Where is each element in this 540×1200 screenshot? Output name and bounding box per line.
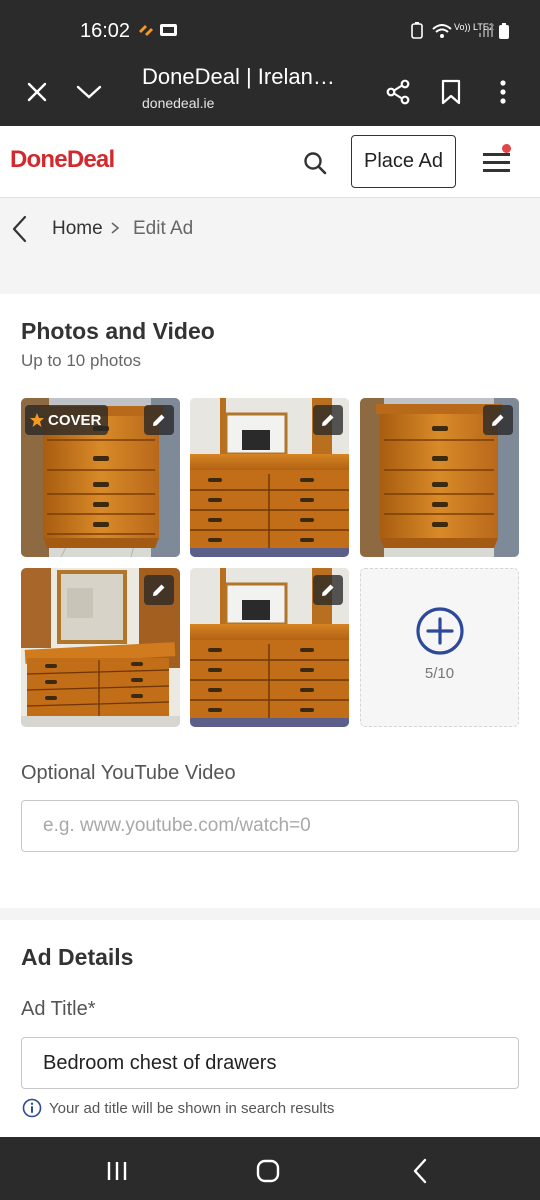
chevron-right-icon [110,221,120,240]
close-icon [27,82,47,102]
browser-url: donedeal.ie [142,95,215,111]
star-icon [30,413,44,427]
browser-toolbar: DoneDeal | Ireland's Largest Marketplace… [0,60,540,126]
donedeal-logo[interactable]: DoneDeal [10,146,115,174]
menu-icon-bar [483,161,510,164]
photo-thumbnail[interactable] [21,568,180,727]
notification-icon [137,22,155,43]
recent-apps-button[interactable] [97,1151,137,1191]
menu-icon-bar [483,153,510,156]
breadcrumb: Home Edit Ad [0,198,540,262]
ad-title-label: Ad Title* [21,998,96,1020]
place-ad-button[interactable]: Place Ad [351,135,456,188]
home-icon [256,1159,280,1183]
back-arrow-icon [413,1158,427,1184]
collapse-button[interactable] [69,72,109,112]
gallery-icon [159,22,179,43]
share-icon [386,79,410,105]
breadcrumb-current: Edit Ad [133,218,194,239]
ad-title-hint: Your ad title will be shown in search re… [22,1098,334,1118]
photos-section: Photos and Video Up to 10 photos COVER 5… [0,294,540,908]
pencil-icon [322,414,334,426]
browser-page-title: DoneDeal | Ireland's Largest Marketplace [142,64,342,89]
status-bar: 16:02 Vo)) LTE2 [0,0,540,60]
chevron-left-icon [12,215,27,243]
breadcrumb-home-link[interactable]: Home [52,218,103,240]
more-vertical-icon [500,80,506,104]
menu-button[interactable] [480,144,514,178]
more-options-button[interactable] [483,72,523,112]
ad-details-section: Ad Details Ad Title* Your ad title will … [0,920,540,1138]
photos-title: Photos and Video [21,318,215,344]
edit-photo-button[interactable] [483,405,513,435]
wifi-icon [431,22,453,45]
site-header: DoneDeal Place Ad [0,126,540,198]
search-icon [304,152,327,175]
youtube-label: Optional YouTube Video [21,762,236,784]
home-button[interactable] [248,1151,288,1191]
status-time: 16:02 [80,20,131,42]
ad-title-hint-text: Your ad title will be shown in search re… [49,1099,335,1117]
photos-subtitle: Up to 10 photos [21,351,142,370]
logo-deal: Deal [66,146,115,173]
add-photo-button[interactable]: 5/10 [360,568,519,727]
pencil-icon [153,584,165,596]
ad-details-title: Ad Details [21,944,134,970]
chevron-down-icon [76,85,102,99]
edit-photo-button[interactable] [313,405,343,435]
search-button[interactable] [298,146,332,180]
info-icon [22,1098,42,1118]
signal-icon [478,22,494,43]
bookmark-button[interactable] [431,72,471,112]
photo-thumbnail[interactable] [190,568,349,727]
ad-title-input[interactable] [21,1037,519,1089]
plus-circle-icon [416,607,464,655]
pencil-icon [492,414,504,426]
edit-photo-button[interactable] [144,575,174,605]
pencil-icon [153,414,165,426]
system-nav-bar [0,1137,540,1200]
back-button[interactable] [4,212,34,246]
pencil-icon [322,584,334,596]
recent-apps-icon [107,1162,127,1180]
photo-count: 5/10 [424,665,455,682]
edit-photo-button[interactable] [313,575,343,605]
photo-thumbnail[interactable] [190,398,349,557]
battery-icon [498,22,510,45]
photo-thumbnail[interactable]: COVER [21,398,180,557]
share-button[interactable] [378,72,418,112]
bookmark-icon [441,79,461,105]
youtube-url-input[interactable] [21,800,519,852]
notification-dot [502,144,511,153]
cover-badge: COVER [25,405,109,435]
edit-photo-button[interactable] [144,405,174,435]
photo-thumbnail[interactable] [360,398,519,557]
system-back-button[interactable] [400,1151,440,1191]
battery-saver-icon [410,22,424,45]
menu-icon-bar [483,169,510,172]
logo-done: Done [10,146,68,173]
close-tab-button[interactable] [17,72,57,112]
cover-label: COVER [48,411,102,429]
